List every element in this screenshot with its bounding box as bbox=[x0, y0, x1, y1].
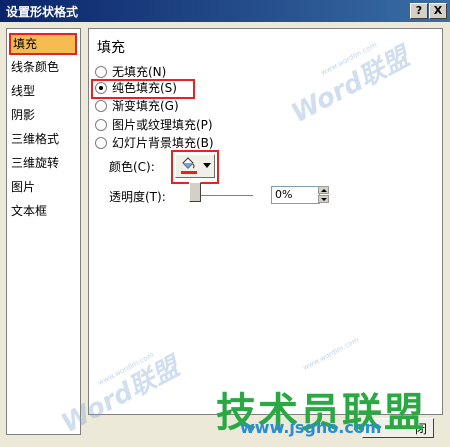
sidebar-item-fill[interactable]: 填充 bbox=[9, 33, 77, 55]
category-list: 填充 线条颜色 线型 阴影 三维格式 三维旋转 图片 文本框 bbox=[6, 28, 81, 435]
close-button[interactable]: X bbox=[429, 3, 447, 19]
sidebar-item-line-style[interactable]: 线型 bbox=[11, 81, 35, 101]
no-fill-radio[interactable] bbox=[95, 66, 107, 78]
picture-fill-label: 图片或纹理填充(P) bbox=[112, 118, 213, 132]
transparency-slider-track[interactable] bbox=[193, 195, 253, 197]
current-color-swatch bbox=[181, 171, 197, 174]
chevron-down-icon bbox=[203, 163, 211, 168]
gradient-fill-radio[interactable] bbox=[95, 100, 107, 112]
picture-fill-radio[interactable] bbox=[95, 119, 107, 131]
sidebar-item-text-box[interactable]: 文本框 bbox=[11, 201, 47, 221]
gradient-fill-label: 渐变填充(G) bbox=[112, 99, 179, 113]
spin-down-icon[interactable] bbox=[318, 195, 329, 203]
format-shape-dialog: 设置形状格式 ? X 填充 线条颜色 线型 阴影 三维格式 三维旋转 图片 文本… bbox=[0, 0, 450, 447]
slide-background-fill-radio[interactable] bbox=[95, 137, 107, 149]
sidebar-item-line-color[interactable]: 线条颜色 bbox=[11, 57, 59, 77]
solid-fill-label: 纯色填充(S) bbox=[112, 81, 177, 95]
help-button[interactable]: ? bbox=[410, 3, 428, 19]
section-title: 填充 bbox=[97, 40, 125, 56]
transparency-label: 透明度(T): bbox=[109, 190, 166, 204]
sidebar-item-picture[interactable]: 图片 bbox=[11, 177, 35, 197]
solid-fill-radio[interactable] bbox=[95, 82, 107, 94]
sidebar-item-shadow[interactable]: 阴影 bbox=[11, 105, 35, 125]
transparency-input[interactable]: 0% bbox=[271, 186, 320, 204]
sidebar-item-3d-format[interactable]: 三维格式 bbox=[11, 129, 59, 149]
spin-up-icon[interactable] bbox=[318, 186, 329, 194]
transparency-spinner[interactable] bbox=[318, 186, 329, 204]
paint-bucket-icon bbox=[182, 157, 195, 169]
title-bar[interactable]: 设置形状格式 ? X bbox=[0, 0, 450, 22]
brand-url: www.jsgho.com bbox=[240, 418, 382, 437]
color-picker-button[interactable] bbox=[175, 154, 215, 178]
color-label: 颜色(C): bbox=[109, 160, 155, 174]
sidebar-item-3d-rotation[interactable]: 三维旋转 bbox=[11, 153, 59, 173]
dialog-title: 设置形状格式 bbox=[6, 5, 79, 19]
transparency-slider-thumb[interactable] bbox=[189, 182, 201, 202]
